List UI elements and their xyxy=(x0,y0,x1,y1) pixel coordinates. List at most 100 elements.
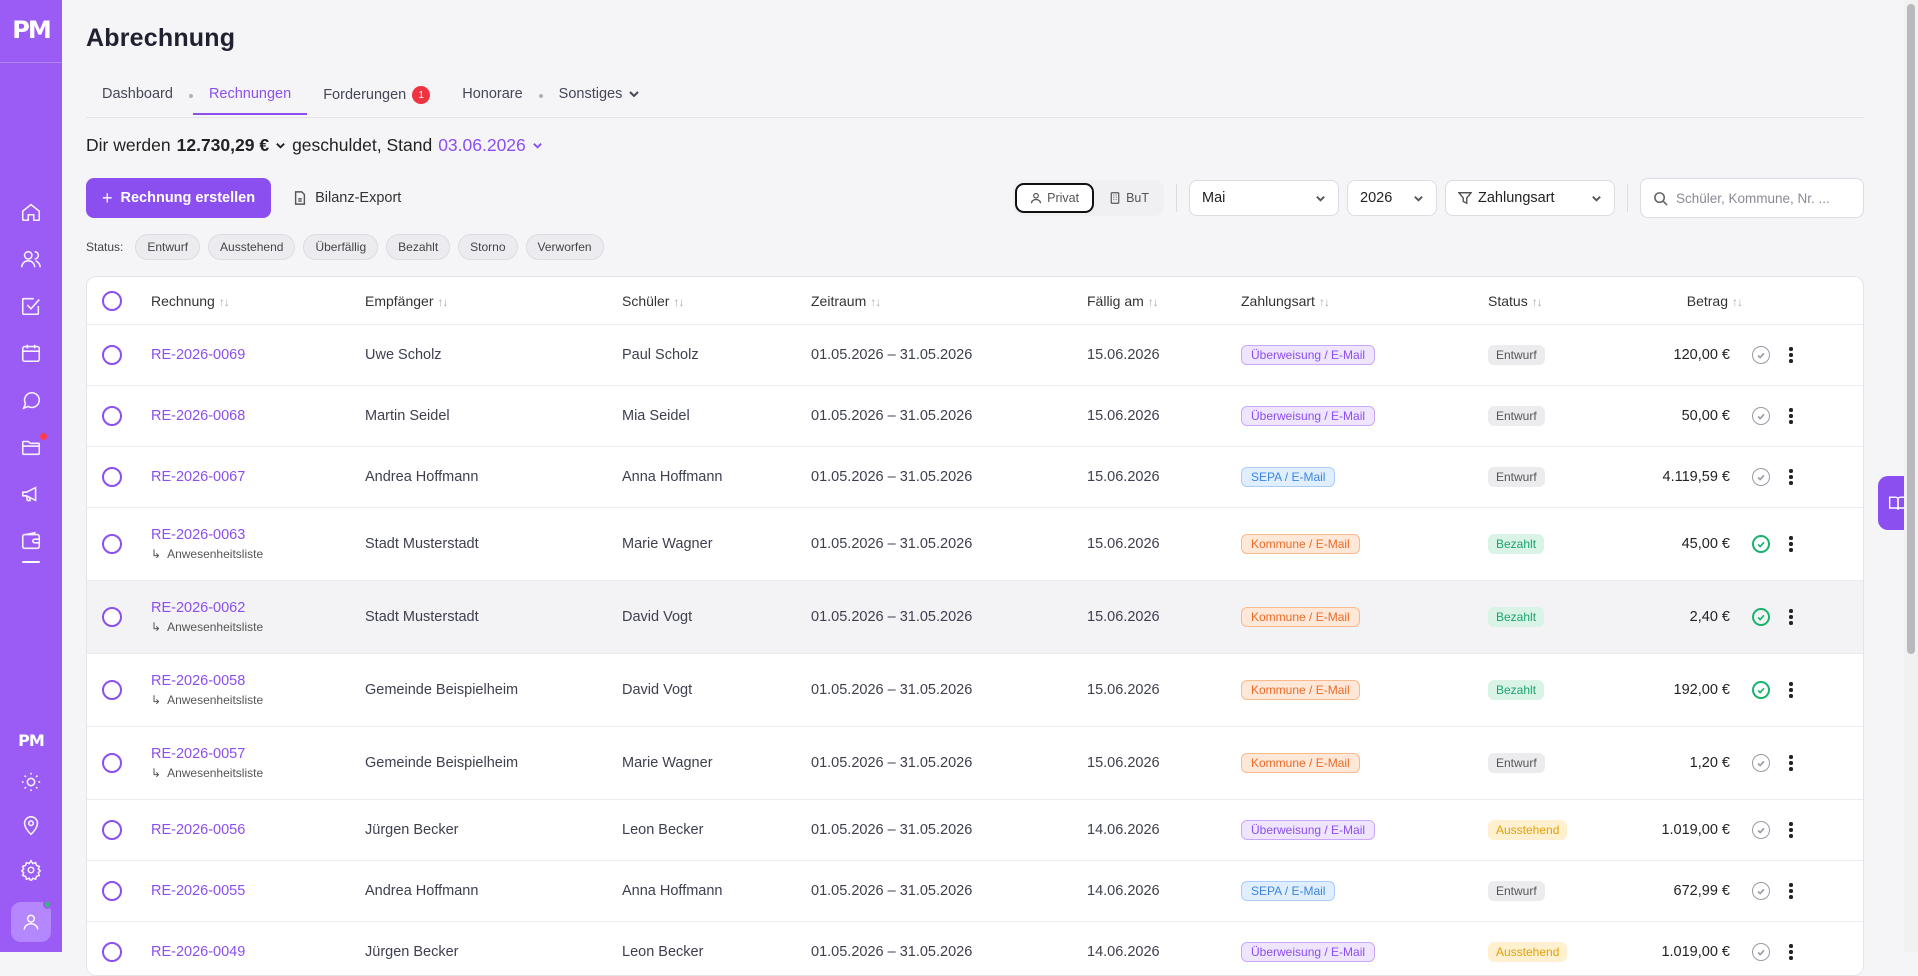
column-header-status[interactable]: Status ↑↓ xyxy=(1488,293,1618,309)
table-row[interactable]: RE-2026-0069 Uwe Scholz Paul Scholz 01.05.2… xyxy=(87,325,1863,386)
row-checkbox[interactable] xyxy=(102,607,122,627)
chevron-down-icon[interactable] xyxy=(275,140,286,151)
table-row[interactable]: RE-2026-0062 ↳ Anwesenheitsliste Stadt Must… xyxy=(87,581,1863,654)
main-content: Abrechnung Dashboard Rechnungen Forderun… xyxy=(62,0,1904,976)
table-row[interactable]: RE-2026-0058 ↳ Anwesenheitsliste Gemeinde B… xyxy=(87,654,1863,727)
tab-forderungen[interactable]: Forderungen 1 xyxy=(307,80,446,116)
sidebar-item-announcements[interactable] xyxy=(13,482,49,506)
year-select[interactable]: 2026 xyxy=(1347,180,1437,216)
row-checkbox[interactable] xyxy=(102,680,122,700)
sidebar-item-tasks[interactable] xyxy=(13,294,49,318)
search-input[interactable] xyxy=(1676,190,1851,206)
sidebar-item-billing[interactable] xyxy=(13,529,49,563)
row-checkbox[interactable] xyxy=(102,820,122,840)
invoice-number-link[interactable]: RE-2026-0056 xyxy=(151,822,365,838)
column-header-schueler[interactable]: Schüler ↑↓ xyxy=(622,293,811,309)
more-options-icon[interactable] xyxy=(1770,883,1812,899)
row-checkbox[interactable] xyxy=(102,345,122,365)
more-options-icon[interactable] xyxy=(1770,755,1812,771)
app-logo[interactable]: PM xyxy=(12,16,52,44)
table-row[interactable]: RE-2026-0067 Andrea Hoffmann Anna Hoffmann… xyxy=(87,447,1863,508)
sidebar-item-calendar[interactable] xyxy=(13,341,49,365)
column-header-rechnung[interactable]: Rechnung ↑↓ xyxy=(151,293,365,309)
invoice-number-link[interactable]: RE-2026-0067 xyxy=(151,469,365,485)
more-options-icon[interactable] xyxy=(1770,682,1812,698)
more-options-icon[interactable] xyxy=(1770,408,1812,424)
column-header-zeitraum[interactable]: Zeitraum ↑↓ xyxy=(811,293,1087,309)
column-header-empfaenger[interactable]: Empfänger ↑↓ xyxy=(365,293,622,309)
more-options-icon[interactable] xyxy=(1770,609,1812,625)
invoice-number-link[interactable]: RE-2026-0068 xyxy=(151,408,365,424)
more-options-icon[interactable] xyxy=(1770,536,1812,552)
row-checkbox[interactable] xyxy=(102,881,122,901)
status-chip-ausstehend[interactable]: Ausstehend xyxy=(208,234,296,260)
page-scrollbar[interactable] xyxy=(1904,0,1918,952)
status-chip-verworfen[interactable]: Verworfen xyxy=(525,234,604,260)
table-row[interactable]: RE-2026-0057 ↳ Anwesenheitsliste Gemeinde B… xyxy=(87,727,1863,800)
more-options-icon[interactable] xyxy=(1770,822,1812,838)
status-chip-entwurf[interactable]: Entwurf xyxy=(135,234,201,260)
summary-date[interactable]: 03.06.2026 xyxy=(438,135,526,156)
sidebar-item-theme[interactable] xyxy=(13,770,49,794)
more-options-icon[interactable] xyxy=(1770,469,1812,485)
user-avatar[interactable] xyxy=(11,900,52,942)
sidebar-item-locations[interactable] xyxy=(13,814,49,838)
tab-rechnungen[interactable]: Rechnungen xyxy=(192,80,308,115)
invoice-number-link[interactable]: RE-2026-0063 xyxy=(151,527,365,543)
student-cell: David Vogt xyxy=(622,609,693,625)
mark-paid-button[interactable] xyxy=(1752,468,1770,486)
row-checkbox[interactable] xyxy=(102,753,122,773)
column-header-faellig[interactable]: Fällig am ↑↓ xyxy=(1087,293,1241,309)
row-checkbox[interactable] xyxy=(102,942,122,962)
invoice-number-link[interactable]: RE-2026-0062 xyxy=(151,600,365,616)
toggle-private[interactable]: Privat xyxy=(1015,183,1095,213)
invoice-number-link[interactable]: RE-2026-0069 xyxy=(151,347,365,363)
invoice-number-link[interactable]: RE-2026-0057 xyxy=(151,746,365,762)
table-row[interactable]: RE-2026-0049 Jürgen Becker Leon Becker 01.0… xyxy=(87,922,1863,975)
table-row[interactable]: RE-2026-0055 Andrea Hoffmann Anna Hoffmann… xyxy=(87,861,1863,922)
mark-paid-button[interactable] xyxy=(1752,943,1770,961)
month-select[interactable]: Mai xyxy=(1189,180,1339,216)
mark-paid-button[interactable] xyxy=(1752,821,1770,839)
status-chip-ueberfaellig[interactable]: Überfällig xyxy=(303,234,379,260)
payment-method-badge: Überweisung / E-Mail xyxy=(1241,942,1376,962)
more-options-icon[interactable] xyxy=(1770,347,1812,363)
table-row[interactable]: RE-2026-0068 Martin Seidel Mia Seidel 01.05… xyxy=(87,386,1863,447)
tab-honorare[interactable]: Honorare xyxy=(446,80,538,114)
sidebar-item-home[interactable] xyxy=(13,200,49,224)
row-checkbox[interactable] xyxy=(102,534,122,554)
table-row[interactable]: RE-2026-0063 ↳ Anwesenheitsliste Stadt Must… xyxy=(87,508,1863,581)
scrollbar-thumb[interactable] xyxy=(1907,4,1915,654)
summary-amount[interactable]: 12.730,29 € xyxy=(177,135,269,156)
row-checkbox[interactable] xyxy=(102,467,122,487)
mark-paid-button[interactable] xyxy=(1752,346,1770,364)
status-chip-bezahlt[interactable]: Bezahlt xyxy=(386,234,451,260)
invoice-number-link[interactable]: RE-2026-0055 xyxy=(151,883,365,899)
payment-method-select[interactable]: Zahlungsart xyxy=(1445,180,1615,216)
mark-paid-button[interactable] xyxy=(1752,681,1770,699)
more-options-icon[interactable] xyxy=(1770,944,1812,960)
toggle-but[interactable]: BuT xyxy=(1096,183,1162,213)
table-row[interactable]: RE-2026-0056 Jürgen Becker Leon Becker 01.0… xyxy=(87,800,1863,861)
sidebar-item-messages[interactable] xyxy=(13,388,49,412)
select-all-checkbox[interactable] xyxy=(102,290,122,311)
row-checkbox[interactable] xyxy=(102,406,122,426)
mark-paid-button[interactable] xyxy=(1752,754,1770,772)
column-header-betrag[interactable]: Betrag ↑↓ xyxy=(1618,293,1743,309)
mark-paid-button[interactable] xyxy=(1752,407,1770,425)
sidebar-item-settings[interactable] xyxy=(13,858,49,882)
column-header-zahlungsart[interactable]: Zahlungsart ↑↓ xyxy=(1241,293,1488,309)
sidebar-item-files[interactable] xyxy=(13,433,49,459)
mark-paid-button[interactable] xyxy=(1752,608,1770,626)
create-invoice-button[interactable]: + Rechnung erstellen xyxy=(86,178,272,218)
tab-dashboard[interactable]: Dashboard xyxy=(86,80,189,114)
mark-paid-button[interactable] xyxy=(1752,882,1770,900)
status-chip-storno[interactable]: Storno xyxy=(458,234,518,260)
mark-paid-button[interactable] xyxy=(1752,535,1770,553)
invoice-number-link[interactable]: RE-2026-0049 xyxy=(151,944,365,960)
tab-sonstiges[interactable]: Sonstiges xyxy=(543,80,657,114)
chevron-down-icon[interactable] xyxy=(532,140,543,151)
sidebar-item-users[interactable] xyxy=(13,247,49,271)
invoice-number-link[interactable]: RE-2026-0058 xyxy=(151,673,365,689)
balance-export-button[interactable]: Bilanz-Export xyxy=(293,190,401,206)
